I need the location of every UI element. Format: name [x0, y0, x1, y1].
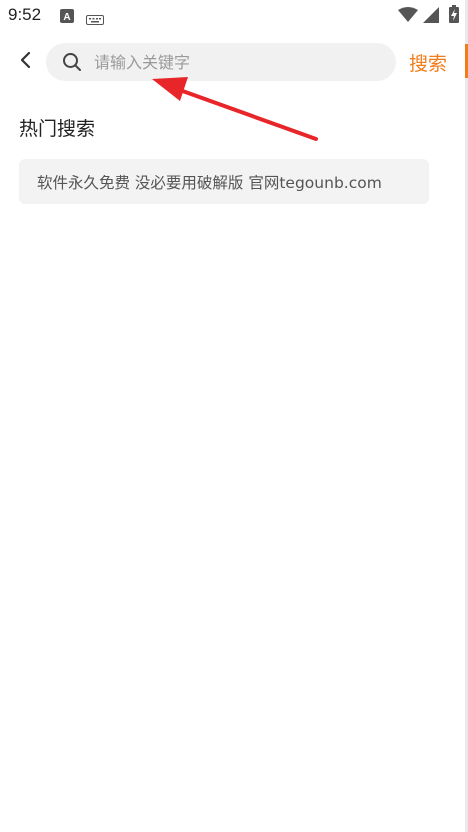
search-icon	[62, 52, 82, 72]
chevron-left-icon	[19, 51, 33, 73]
search-button[interactable]: 搜索	[409, 49, 447, 76]
a-notification-icon: A	[60, 8, 74, 27]
search-bar-row: 搜索	[0, 40, 468, 84]
keyboard-icon	[86, 10, 104, 29]
battery-charging-icon	[449, 5, 459, 27]
svg-text:A: A	[63, 12, 70, 23]
search-input[interactable]	[94, 43, 384, 81]
hot-search-title: 热门搜索	[19, 118, 96, 140]
search-box[interactable]	[46, 43, 396, 81]
status-bar: 9:52 A	[0, 0, 468, 32]
signal-icon	[423, 7, 439, 27]
wifi-icon	[398, 7, 418, 27]
hot-search-tag[interactable]: 软件永久免费 没必要用破解版 官网tegounb.com	[19, 159, 429, 204]
back-button[interactable]	[12, 48, 40, 76]
status-time: 9:52	[8, 5, 42, 24]
